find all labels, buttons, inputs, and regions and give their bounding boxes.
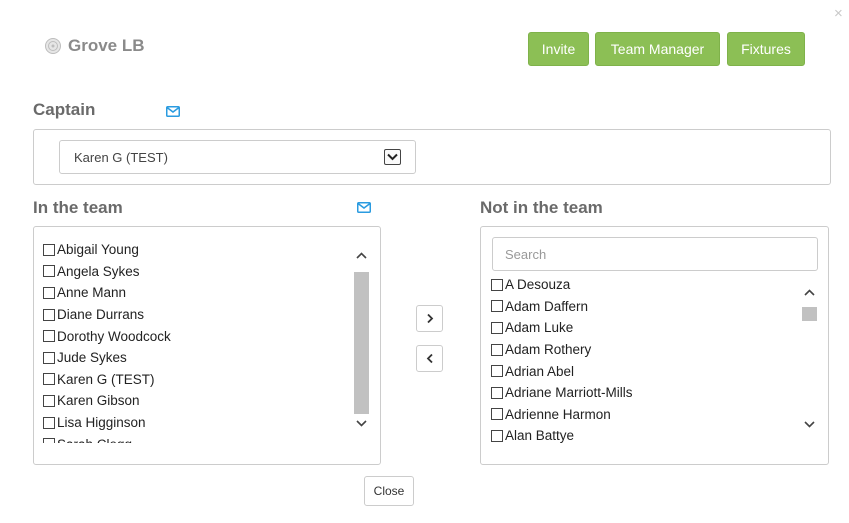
member-checkbox[interactable] xyxy=(43,373,55,386)
member-item[interactable]: Adam Rothery xyxy=(491,339,796,361)
member-name: Adam Daffern xyxy=(505,298,589,314)
captain-title: Captain xyxy=(33,100,96,119)
member-item[interactable]: Diane Durrans xyxy=(43,304,348,326)
member-name: Adriane Marriott-Mills xyxy=(505,385,633,401)
member-item[interactable]: Adrienne Harmon xyxy=(491,404,796,426)
member-item[interactable]: Sarah Clegg xyxy=(43,433,348,443)
scroll-up-icon[interactable] xyxy=(353,247,370,263)
in-team-scrollbar[interactable] xyxy=(353,237,370,443)
mail-team-icon[interactable] xyxy=(357,202,371,213)
member-name: Diane Durrans xyxy=(57,307,145,323)
member-name: Jude Sykes xyxy=(57,350,127,366)
member-item[interactable]: Anne Mann xyxy=(43,282,348,304)
brand-logo: Grove LB xyxy=(44,36,145,56)
not-in-team-scrollbar[interactable] xyxy=(801,274,818,446)
member-checkbox[interactable] xyxy=(491,408,503,421)
member-checkbox[interactable] xyxy=(491,300,503,313)
member-name: Angela Sykes xyxy=(57,263,140,279)
member-checkbox[interactable] xyxy=(43,330,55,343)
member-name: Karen Gibson xyxy=(57,393,140,409)
member-checkbox[interactable] xyxy=(491,278,503,291)
in-team-list[interactable]: Abigail Young Angela Sykes Anne Mann Diane … xyxy=(43,239,348,443)
captain-selected-value: Karen G (TEST) xyxy=(74,149,168,165)
member-name: Adam Luke xyxy=(505,320,574,336)
scroll-thumb[interactable] xyxy=(802,307,817,321)
member-checkbox[interactable] xyxy=(43,308,55,321)
remove-from-team-button[interactable] xyxy=(416,345,443,372)
member-checkbox[interactable] xyxy=(43,265,55,278)
member-checkbox[interactable] xyxy=(491,429,503,442)
member-name: Anne Mann xyxy=(57,285,127,301)
member-item[interactable]: Adrian Abel xyxy=(491,360,796,382)
member-name: Lisa Higginson xyxy=(57,415,146,431)
member-checkbox[interactable] xyxy=(491,365,503,378)
captain-select[interactable]: Karen G (TEST) xyxy=(59,140,416,174)
mail-captain-icon[interactable] xyxy=(166,106,180,117)
brand-name: Grove LB xyxy=(68,36,145,55)
member-name: Adrian Abel xyxy=(505,363,575,379)
scroll-down-icon[interactable] xyxy=(801,416,818,432)
member-item[interactable]: Karen G (TEST) xyxy=(43,369,348,391)
member-item[interactable]: Karen Gibson xyxy=(43,390,348,412)
member-checkbox[interactable] xyxy=(43,286,55,299)
not-in-team-list[interactable]: A Desouza Adam Daffern Adam Luke Adam Rothe… xyxy=(491,274,796,448)
member-checkbox[interactable] xyxy=(491,343,503,356)
search-input[interactable] xyxy=(492,237,818,271)
member-name: Abigail Young xyxy=(57,242,139,258)
member-checkbox[interactable] xyxy=(491,321,503,334)
member-name: Karen G (TEST) xyxy=(57,371,155,387)
member-name: Sarah Clegg xyxy=(57,437,132,443)
member-name: Alan Battye xyxy=(505,428,575,444)
member-item[interactable]: Alan Battye xyxy=(491,425,796,447)
invite-button[interactable]: Invite xyxy=(528,32,589,66)
member-item[interactable]: Abigail Young xyxy=(43,239,348,261)
member-name: Dorothy Woodcock xyxy=(57,328,171,344)
member-item[interactable]: A Desouza xyxy=(491,274,796,296)
chevron-left-icon xyxy=(426,353,433,364)
scroll-thumb[interactable] xyxy=(354,272,369,414)
member-checkbox[interactable] xyxy=(491,386,503,399)
member-name: Adrienne Harmon xyxy=(505,406,611,422)
badge-icon xyxy=(45,38,61,54)
scroll-down-icon[interactable] xyxy=(353,415,370,431)
member-item[interactable]: Jude Sykes xyxy=(43,347,348,369)
member-item[interactable]: Dorothy Woodcock xyxy=(43,325,348,347)
fixtures-button[interactable]: Fixtures xyxy=(727,32,805,66)
member-item[interactable]: Adam Daffern xyxy=(491,296,796,318)
close-button[interactable]: Close xyxy=(364,476,414,506)
member-item[interactable]: Adam Luke xyxy=(491,317,796,339)
member-checkbox[interactable] xyxy=(43,438,55,443)
add-to-team-button[interactable] xyxy=(416,305,443,332)
member-name: Adam Rothery xyxy=(505,342,592,358)
member-item[interactable]: Adriane Marriott-Mills xyxy=(491,382,796,404)
dialog-close-icon[interactable]: × xyxy=(834,6,843,21)
chevron-down-icon[interactable] xyxy=(384,149,401,165)
member-checkbox[interactable] xyxy=(43,394,55,407)
member-name: A Desouza xyxy=(505,277,571,293)
member-item[interactable]: Lisa Higginson xyxy=(43,412,348,434)
chevron-right-icon xyxy=(426,313,433,324)
in-team-title: In the team xyxy=(33,198,123,217)
not-in-team-title: Not in the team xyxy=(480,198,603,217)
member-checkbox[interactable] xyxy=(43,243,55,256)
member-checkbox[interactable] xyxy=(43,416,55,429)
member-item[interactable]: Angela Sykes xyxy=(43,261,348,283)
scroll-up-icon[interactable] xyxy=(801,284,818,300)
member-checkbox[interactable] xyxy=(43,351,55,364)
team-manager-button[interactable]: Team Manager xyxy=(595,32,720,66)
